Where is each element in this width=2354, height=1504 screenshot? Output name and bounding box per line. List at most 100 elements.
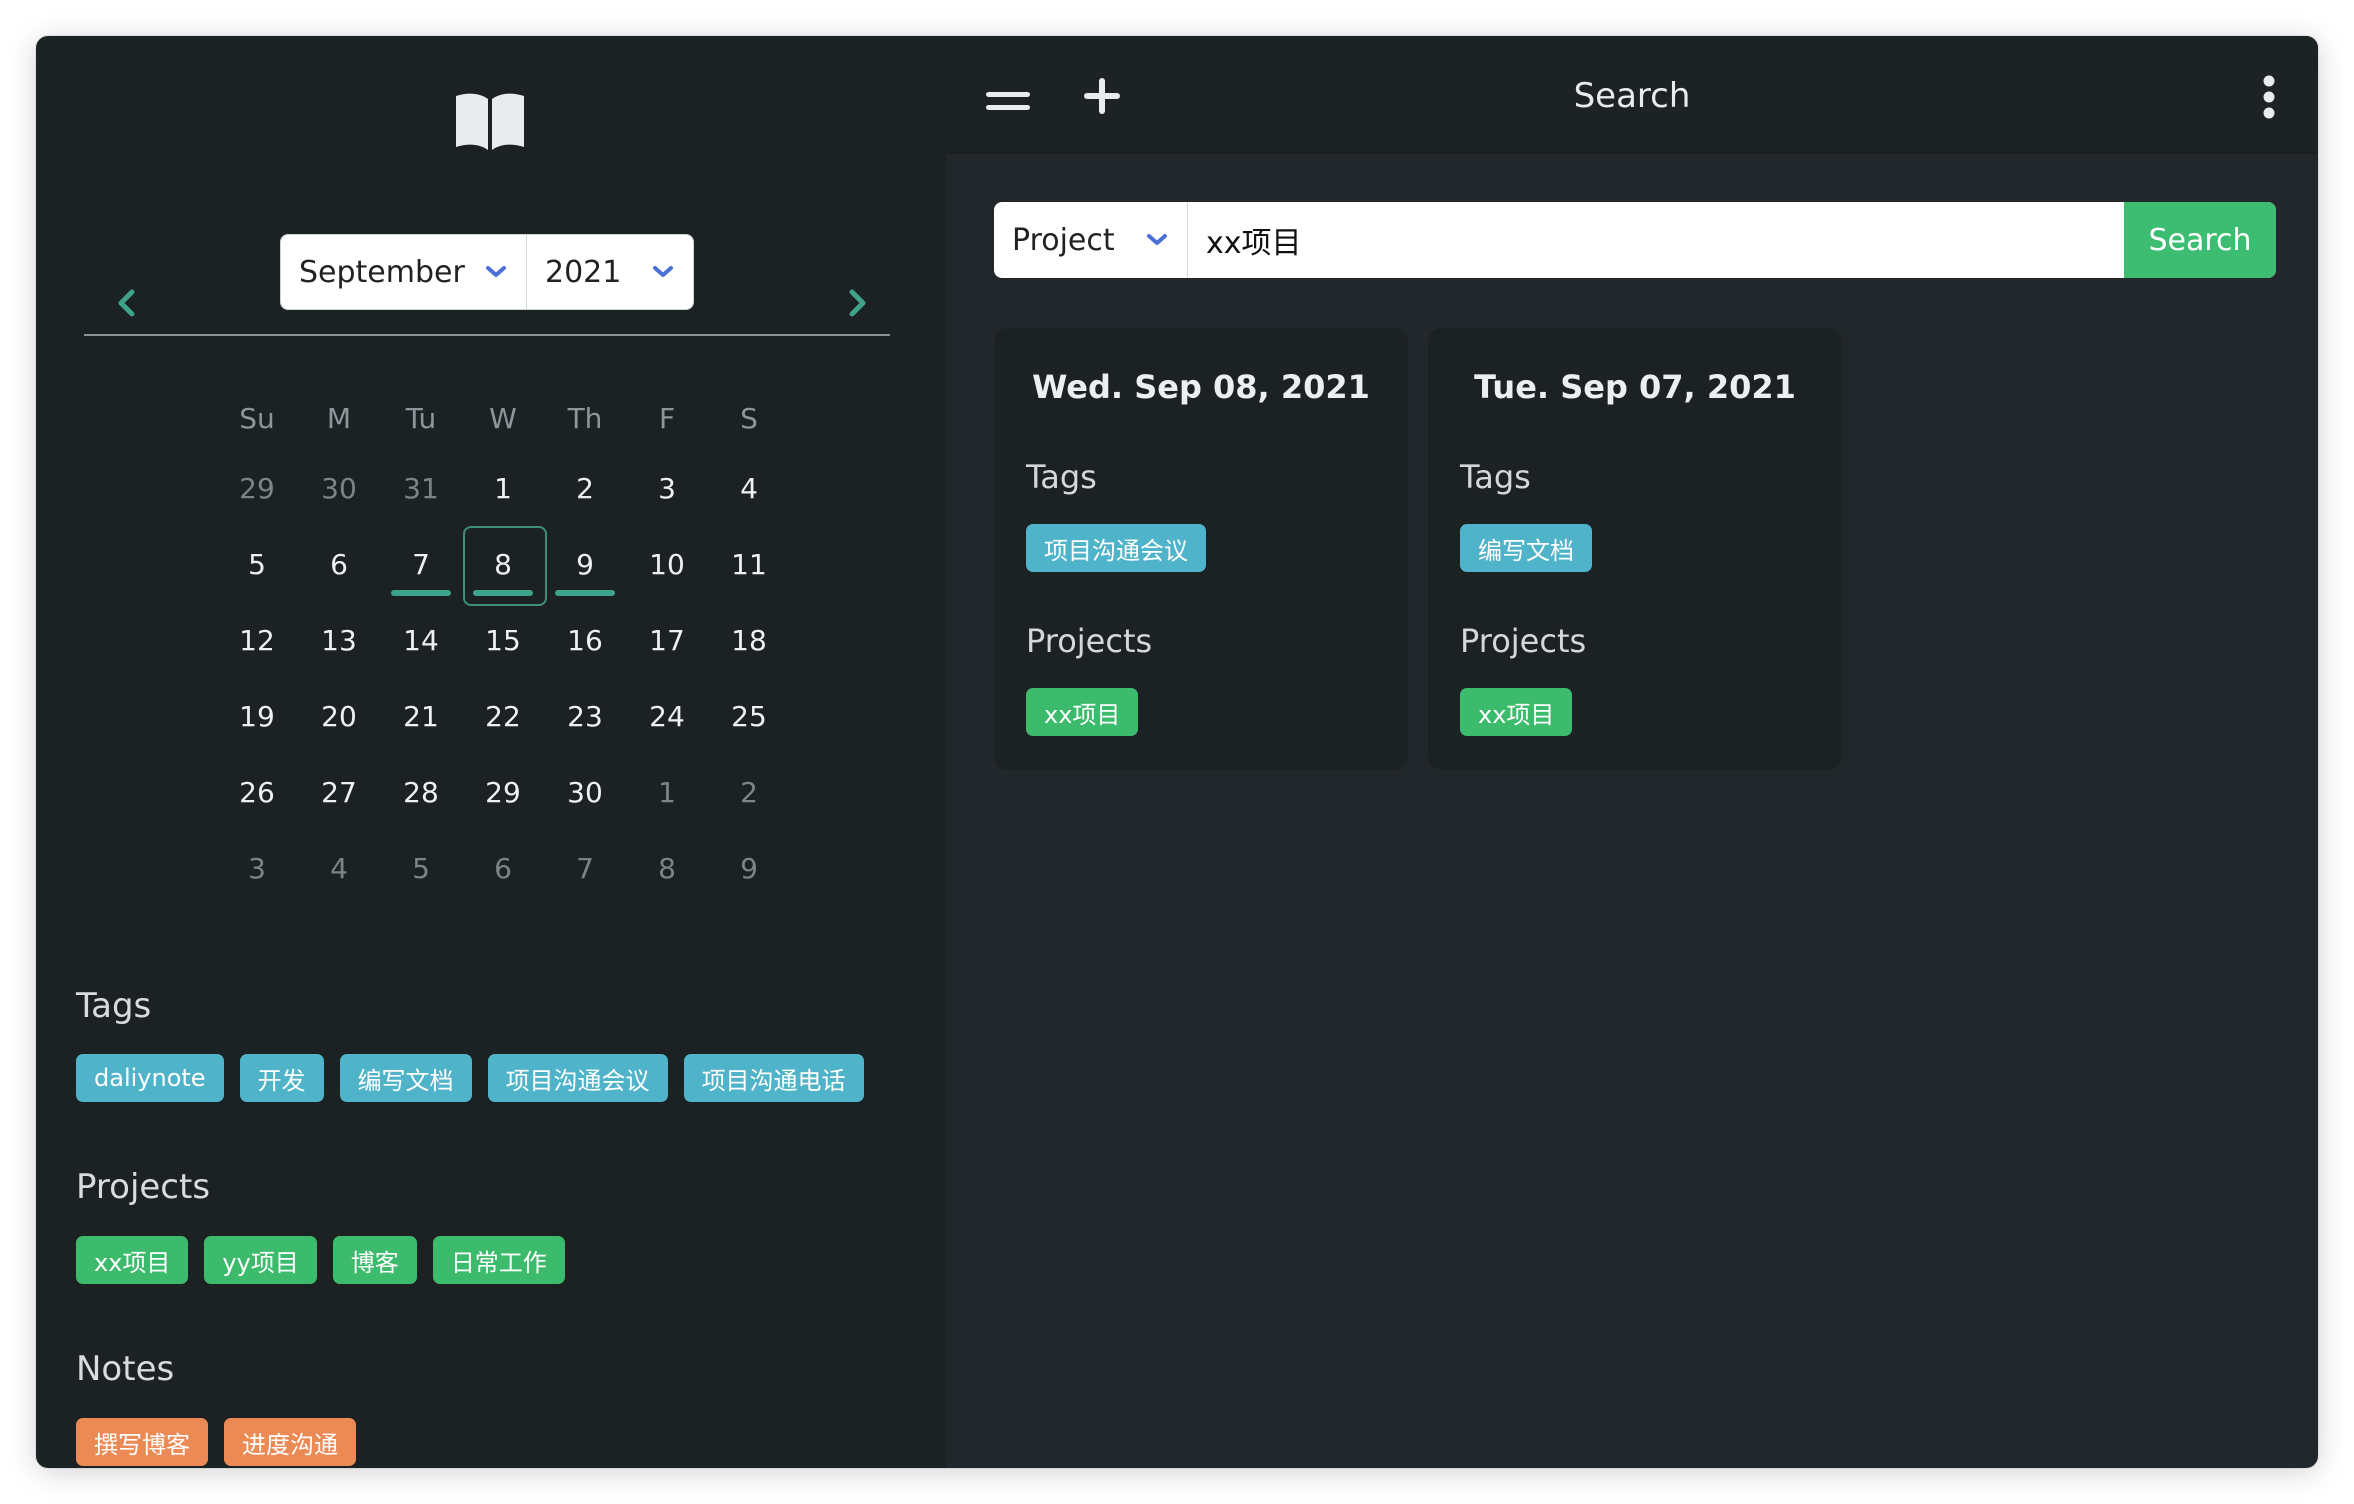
page-title: Search (1573, 76, 1691, 116)
search-input[interactable] (1188, 202, 2124, 278)
calendar-day[interactable]: 29 (462, 754, 544, 830)
chevron-down-icon (653, 266, 673, 277)
chevron-left-icon (118, 289, 135, 317)
weekday-header: Tu (405, 401, 437, 435)
search-button[interactable]: Search (2124, 202, 2276, 278)
calendar-day[interactable]: 15 (462, 602, 544, 678)
calendar-day[interactable]: 5 (380, 830, 462, 906)
calendar-day[interactable]: 21 (380, 678, 462, 754)
project-chip[interactable]: 日常工作 (432, 1236, 565, 1284)
calendar-day[interactable]: 17 (626, 602, 708, 678)
calendar-day[interactable]: 31 (380, 450, 462, 526)
calendar-day[interactable]: 20 (298, 678, 380, 754)
calendar-day[interactable]: 24 (626, 678, 708, 754)
result-tags-label: Tags (1026, 458, 1097, 496)
project-chip[interactable]: xx项目 (1460, 688, 1573, 736)
calendar-day[interactable]: 2 (708, 754, 790, 830)
project-chip[interactable]: yy项目 (204, 1236, 317, 1284)
notes-section-title: Notes (76, 1349, 175, 1389)
tag-chip[interactable]: 项目沟通会议 (487, 1054, 668, 1102)
calendar-day[interactable]: 23 (544, 678, 626, 754)
calendar-day[interactable]: 1 (626, 754, 708, 830)
tag-chip[interactable]: daliynote (76, 1054, 224, 1102)
result-projects-label: Projects (1026, 622, 1153, 660)
calendar-day[interactable]: 6 (462, 830, 544, 906)
tag-chip[interactable]: 编写文档 (339, 1054, 472, 1102)
result-date: Wed. Sep 08, 2021 (1032, 368, 1370, 406)
calendar-day[interactable]: 12 (216, 602, 298, 678)
year-value: 2021 (545, 254, 622, 290)
tag-chip[interactable]: 项目沟通会议 (1026, 524, 1206, 572)
result-projects-label: Projects (1460, 622, 1587, 660)
project-chip[interactable]: xx项目 (1026, 688, 1139, 736)
weekday-header: W (489, 401, 517, 435)
result-card[interactable]: Tue. Sep 07, 2021 Tags 编写文档 Projects xx项目 (1428, 328, 1842, 770)
calendar-day[interactable]: 2 (544, 450, 626, 526)
calendar-day[interactable]: 30 (544, 754, 626, 830)
calendar-day[interactable]: 9 (544, 526, 626, 602)
calendar-day[interactable]: 9 (708, 830, 790, 906)
calendar-day[interactable]: 8 (462, 526, 547, 606)
kebab-menu-icon (2263, 75, 2275, 119)
calendar-day[interactable]: 18 (708, 602, 790, 678)
calendar-day[interactable]: 6 (298, 526, 380, 602)
calendar-day[interactable]: 7 (380, 526, 462, 602)
weekday-header: S (740, 401, 758, 435)
project-chip[interactable]: 博客 (332, 1236, 417, 1284)
calendar-day[interactable]: 11 (708, 526, 790, 602)
search-bar: Project Search (994, 202, 2276, 278)
notes-list: 撰写博客 进度沟通 (76, 1418, 356, 1466)
calendar-day[interactable]: 22 (462, 678, 544, 754)
calendar-day[interactable]: 29 (216, 450, 298, 526)
calendar-day[interactable]: 7 (544, 830, 626, 906)
sidebar: September 2021 Su M Tu W Th F S 29 30 31 1 2 3 4 5 6 7 8 9… (36, 36, 946, 1468)
calendar-day[interactable]: 28 (380, 754, 462, 830)
main-panel: Search Project Search Wed. Sep 08, 2021 T… (946, 36, 2318, 1468)
note-chip[interactable]: 撰写博客 (76, 1418, 208, 1466)
calendar-day[interactable]: 3 (626, 450, 708, 526)
calendar-grid: Su M Tu W Th F S 29 30 31 1 2 3 4 5 6 7 8 9 10 11 12 13 14 15 16 1… (216, 386, 792, 906)
calendar-day[interactable]: 14 (380, 602, 462, 678)
calendar-day[interactable]: 1 (462, 450, 544, 526)
next-month-button[interactable] (828, 268, 888, 338)
chevron-down-icon (1147, 234, 1167, 245)
calendar-day[interactable]: 19 (216, 678, 298, 754)
chevron-right-icon (849, 289, 866, 317)
tag-chip[interactable]: 编写文档 (1460, 524, 1592, 572)
calendar-day[interactable]: 16 (544, 602, 626, 678)
calendar-day[interactable]: 4 (708, 450, 790, 526)
calendar-day[interactable]: 13 (298, 602, 380, 678)
calendar-day[interactable]: 5 (216, 526, 298, 602)
note-chip[interactable]: 进度沟通 (224, 1418, 356, 1466)
open-book-icon (450, 86, 530, 156)
calendar-divider (84, 334, 890, 336)
weekday-header: Th (567, 401, 603, 435)
calendar-day[interactable]: 30 (298, 450, 380, 526)
calendar-day[interactable]: 10 (626, 526, 708, 602)
weekday-header: M (326, 401, 352, 435)
more-options-button[interactable] (2260, 74, 2278, 120)
tag-chip[interactable]: 开发 (239, 1054, 324, 1102)
calendar-day[interactable]: 3 (216, 830, 298, 906)
weekday-header: F (658, 401, 676, 435)
tags-section-title: Tags (76, 986, 152, 1026)
search-type-select[interactable]: Project (994, 202, 1188, 278)
month-year-picker: September 2021 (280, 234, 694, 310)
project-chip[interactable]: xx项目 (76, 1236, 189, 1284)
projects-section-title: Projects (76, 1167, 211, 1207)
tags-list: daliynote 开发 编写文档 项目沟通会议 项目沟通电话 (76, 1054, 864, 1102)
month-value: September (299, 254, 465, 290)
search-type-value: Project (1012, 222, 1115, 258)
calendar-day[interactable]: 25 (708, 678, 790, 754)
app-window: September 2021 Su M Tu W Th F S 29 30 31 1 2 3 4 5 6 7 8 9… (36, 36, 2318, 1468)
calendar-day[interactable]: 27 (298, 754, 380, 830)
calendar-day[interactable]: 4 (298, 830, 380, 906)
year-select[interactable]: 2021 (527, 235, 693, 309)
calendar-day[interactable]: 26 (216, 754, 298, 830)
month-select[interactable]: September (281, 235, 527, 309)
result-date: Tue. Sep 07, 2021 (1474, 368, 1796, 406)
tag-chip[interactable]: 项目沟通电话 (683, 1054, 864, 1102)
calendar-day[interactable]: 8 (626, 830, 708, 906)
result-card[interactable]: Wed. Sep 08, 2021 Tags 项目沟通会议 Projects xx项目 (994, 328, 1408, 770)
prev-month-button[interactable] (96, 268, 156, 338)
